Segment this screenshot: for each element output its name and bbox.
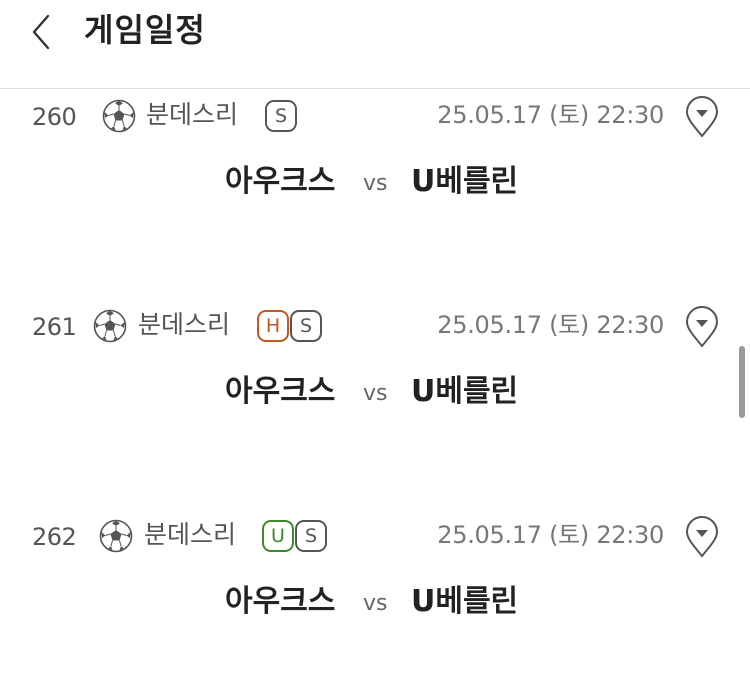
vs-label: vs <box>363 171 388 196</box>
game-card[interactable]: 262 분데스리 U S 25.05.17 (토) 22:30 아우크스 vs … <box>0 480 750 690</box>
location-pin-icon <box>685 306 719 348</box>
badge-u: U <box>262 520 294 552</box>
home-team: 아우크스 <box>225 584 336 619</box>
game-number: 261 <box>32 313 77 341</box>
bet-type-badges: S <box>265 100 297 132</box>
home-team: 아우크스 <box>225 164 336 199</box>
home-team: 아우크스 <box>225 374 336 409</box>
app-header: 게임일정 <box>0 0 750 89</box>
soccer-ball-icon <box>93 309 127 343</box>
location-pin-icon <box>685 96 719 138</box>
league-name: 분데스리 <box>146 100 239 129</box>
soccer-ball-icon <box>102 99 136 133</box>
vs-label: vs <box>363 381 388 406</box>
game-datetime: 25.05.17 (토) 22:30 <box>437 101 664 129</box>
page-title: 게임일정 <box>84 11 206 49</box>
badge-s: S <box>295 520 327 552</box>
matchup-row: 아우크스 vs U베를린 <box>0 157 750 207</box>
badge-h: H <box>257 310 289 342</box>
vs-label: vs <box>363 591 388 616</box>
game-card[interactable]: 260 분데스리 S 25.05.17 (토) 22:30 아우크스 vs U베… <box>0 60 750 271</box>
game-info-row: 260 분데스리 S 25.05.17 (토) 22:30 <box>0 92 750 142</box>
league-name: 분데스리 <box>144 520 237 549</box>
game-info-row: 262 분데스리 U S 25.05.17 (토) 22:30 <box>0 512 750 562</box>
bet-type-badges: U S <box>262 520 327 552</box>
away-team: U베를린 <box>411 374 519 409</box>
badge-s: S <box>290 310 322 342</box>
game-number: 260 <box>32 103 77 131</box>
matchup-row: 아우크스 vs U베를린 <box>0 577 750 627</box>
location-pin-button[interactable] <box>684 96 720 138</box>
league-name: 분데스리 <box>138 310 231 339</box>
bet-type-badges: H S <box>257 310 322 342</box>
game-datetime: 25.05.17 (토) 22:30 <box>437 521 664 549</box>
game-number: 262 <box>32 523 77 551</box>
location-pin-icon <box>685 516 719 558</box>
game-schedule-list: 260 분데스리 S 25.05.17 (토) 22:30 아우크스 vs U베… <box>0 0 750 690</box>
matchup-row: 아우크스 vs U베를린 <box>0 367 750 417</box>
game-card[interactable]: 261 분데스리 H S 25.05.17 (토) 22:30 아우크스 vs … <box>0 270 750 481</box>
location-pin-button[interactable] <box>684 516 720 558</box>
game-info-row: 261 분데스리 H S 25.05.17 (토) 22:30 <box>0 302 750 352</box>
soccer-ball-icon <box>99 519 133 553</box>
game-datetime: 25.05.17 (토) 22:30 <box>437 311 664 339</box>
back-button[interactable] <box>22 8 66 56</box>
scrollbar-thumb[interactable] <box>739 346 745 418</box>
location-pin-button[interactable] <box>684 306 720 348</box>
away-team: U베를린 <box>411 584 519 619</box>
chevron-left-icon <box>32 14 50 50</box>
badge-s: S <box>265 100 297 132</box>
away-team: U베를린 <box>411 164 519 199</box>
